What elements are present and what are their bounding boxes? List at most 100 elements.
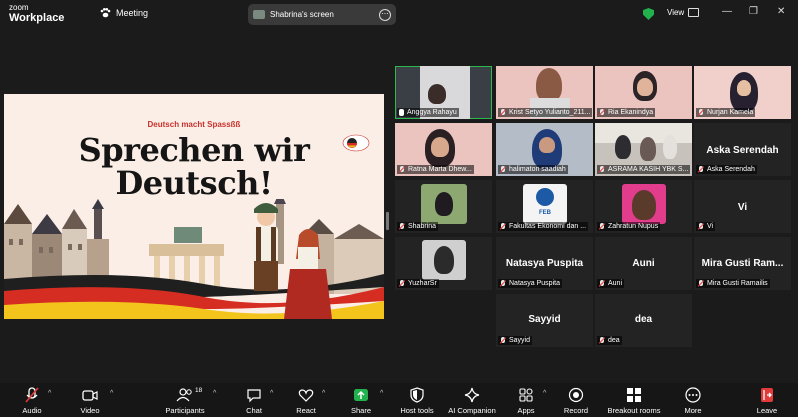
face [637,78,653,96]
participants-label: Participants [165,406,205,415]
participant-tile[interactable]: Zahratun Nupus [595,180,692,233]
split-resize-handle[interactable] [386,212,389,230]
participant-tile[interactable]: Anggya Rahayu [395,66,492,119]
view-label: View [667,8,685,17]
muted-mic-icon [500,280,506,287]
sparkle-icon [442,386,502,404]
muted-mic-icon [599,337,605,344]
ai-companion-button[interactable]: AI Companion [442,386,502,415]
participant-label: YuzharSr [397,279,439,288]
participants-options-caret-icon[interactable]: ^ [213,390,216,397]
video-options-caret-icon[interactable]: ^ [110,390,113,397]
meeting-info[interactable]: Meeting [100,8,148,18]
share-options-caret-icon[interactable]: ^ [380,390,383,397]
leave-label: Leave [756,406,778,415]
chat-bubble-icon [224,386,284,404]
participants-button[interactable]: 18 Participants [155,386,215,415]
more-options-icon[interactable]: ⋯ [379,8,391,21]
participant-label: Krist Setyo Yulianto_211... [498,108,593,117]
view-button[interactable]: View [667,8,700,17]
participant-tile[interactable]: Vi Vi [694,180,791,233]
participant-tile[interactable]: ASRAMA KASIH YBK S... [595,123,692,176]
avatar [632,190,656,220]
shield-icon [387,386,447,404]
audio-label: Audio [22,406,42,415]
breakout-rooms-label: Breakout rooms [607,406,661,415]
heart-icon [276,386,336,404]
participant-tile[interactable]: Shabrina [395,180,492,233]
profile-picture: FEB [523,184,567,224]
zoom-meeting-window: zoom Workplace Meeting Shabrina's screen… [0,0,798,417]
audio-button[interactable]: Audio [2,386,62,415]
zoom-logo: zoom Workplace [9,4,64,24]
record-label: Record [563,406,589,415]
top-bar: zoom Workplace Meeting Shabrina's screen… [0,0,798,30]
participant-display-name: Natasya Puspita [505,258,584,269]
participant-label: Nurjan Kamela [696,108,756,117]
participant-display-name: Vi [737,202,748,213]
participant-label: Fakultas Ekonomi dan ... [498,222,589,231]
participant-tile[interactable]: Auni Auni [595,237,692,290]
leave-door-icon [737,386,797,404]
participant-video [663,135,677,159]
restore-icon[interactable]: ❐ [749,6,758,17]
participant-label: Aska Serendah [696,165,757,174]
participant-tile[interactable]: Ratna Marta Dhew... [395,123,492,176]
participant-tile[interactable]: Ria Ekanindya [595,66,692,119]
encryption-shield-icon[interactable] [643,8,654,20]
brand-line1: zoom [9,3,29,12]
host-tools-label: Host tools [400,406,434,415]
participant-video [536,68,562,102]
record-button[interactable]: Record [546,386,606,415]
participant-video [435,192,453,216]
participant-tile[interactable]: dea dea [595,294,692,347]
minimize-icon[interactable]: — [722,6,732,17]
participant-label: Anggya Rahayu [397,108,459,117]
muted-mic-icon [599,223,605,230]
participant-label: Mira Gusti Ramailis [696,279,770,288]
participant-tile[interactable]: Nurjan Kamela [694,66,791,119]
react-button[interactable]: React [276,386,336,415]
breakout-rooms-button[interactable]: Breakout rooms [604,386,664,415]
participant-display-name: Auni [632,258,655,269]
participant-display-name: Mira Gusti Ram... [701,258,784,269]
participant-tile[interactable]: halimaton saadiah [496,123,593,176]
participant-tile[interactable]: Krist Setyo Yulianto_211... [496,66,593,119]
muted-mic-icon [599,109,605,116]
muted-mic-icon [399,280,405,287]
close-icon[interactable]: ✕ [777,6,785,17]
chat-options-caret-icon[interactable]: ^ [270,390,273,397]
audio-options-caret-icon[interactable]: ^ [48,390,51,397]
share-screen-pill[interactable]: Shabrina's screen ⋯ [248,4,396,25]
host-tools-button[interactable]: Host tools [387,386,447,415]
muted-mic-icon [500,109,506,116]
participant-display-name: Aska Serendah [706,145,779,156]
participant-label: dea [597,336,622,345]
participant-tile[interactable]: Mira Gusti Ram... Mira Gusti Ramailis [694,237,791,290]
participant-tile[interactable]: YuzharSr [395,237,492,290]
breakout-rooms-icon [604,386,664,404]
chat-button[interactable]: Chat [224,386,284,415]
more-button[interactable]: More [663,386,723,415]
participant-tile[interactable]: Sayyid Sayyid [496,294,593,347]
react-options-caret-icon[interactable]: ^ [322,390,325,397]
muted-mic-icon [399,223,405,230]
participant-tile[interactable]: Natasya Puspita Natasya Puspita [496,237,593,290]
muted-mic-icon [698,109,704,116]
participant-label: Shabrina [397,222,439,231]
participant-tile[interactable]: Aska Serendah Aska Serendah [694,123,791,176]
participant-label: Sayyid [498,336,533,345]
face [431,137,449,157]
logo-text: FEB [539,210,551,216]
participant-video [615,135,631,159]
share-title: Shabrina's screen [270,10,334,19]
ai-companion-label: AI Companion [448,406,496,415]
participant-label: Ria Ekanindya [597,108,656,117]
participant-label: halimaton saadiah [498,165,568,174]
face [539,137,555,153]
participant-tile[interactable]: FEB Fakultas Ekonomi dan ... [496,180,593,233]
view-grid-icon [688,8,700,17]
slide-title-line1: Sprechen wir [78,131,310,169]
leave-button[interactable]: Leave [737,386,797,415]
participant-display-name: Sayyid [528,314,561,325]
